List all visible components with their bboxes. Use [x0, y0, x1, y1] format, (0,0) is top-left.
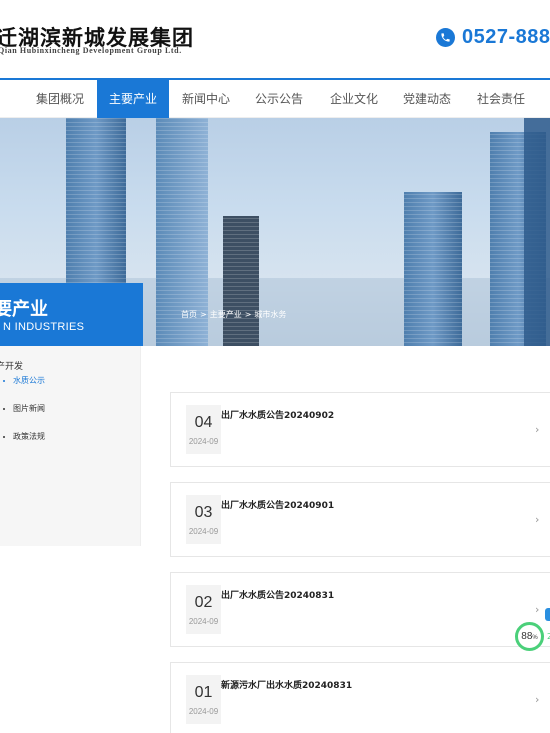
date-year-month: 2024-09	[188, 617, 219, 626]
item-title[interactable]: 出厂水水质公告20240831	[221, 588, 334, 601]
breadcrumb: 首页 > 主要产业 > 城市水务	[181, 309, 289, 320]
nav-item-culture[interactable]: 企业文化	[318, 80, 390, 118]
nav-item-group-overview[interactable]: 集团概况	[24, 80, 96, 118]
date-badge: 03 2024-09	[186, 495, 221, 544]
main-nav: 集团概况 主要产业 新闻中心 公示公告 企业文化 党建动态 社会责任	[0, 80, 550, 118]
list-item[interactable]: 03 2024-09 出厂水水质公告20240901 ›	[170, 482, 550, 557]
item-title[interactable]: 出厂水水质公告20240901	[221, 498, 334, 511]
date-year-month: 2024-09	[188, 707, 219, 716]
section-subtitle: N INDUSTRIES	[3, 321, 85, 333]
performance-score-unit: %	[532, 635, 538, 641]
date-day: 04	[194, 414, 213, 431]
nav-item-social-responsibility[interactable]: 社会责任	[465, 80, 537, 118]
sidebar-item-label: 水质公示	[13, 376, 45, 385]
bullet-icon	[3, 408, 5, 410]
date-badge: 02 2024-09	[186, 585, 221, 634]
list-item[interactable]: 02 2024-09 出厂水水质公告20240831 ›	[170, 572, 550, 647]
sidebar-item-policies[interactable]: 政策法规	[0, 430, 141, 444]
date-badge: 01 2024-09	[186, 675, 221, 724]
breadcrumb-separator: >	[244, 310, 252, 319]
date-day: 02	[194, 594, 213, 611]
nav-item-party-building[interactable]: 党建动态	[391, 80, 463, 118]
list-item[interactable]: 01 2024-09 新源污水厂出水水质20240831 ›	[170, 662, 550, 733]
date-year-month: 2024-09	[188, 437, 219, 446]
sidebar-heading: 产开发	[0, 362, 24, 372]
sidebar-item-photo-news[interactable]: 图片新闻	[0, 402, 141, 416]
nav-item-news-center[interactable]: 新闻中心	[170, 80, 242, 118]
chevron-right-icon: ›	[535, 513, 540, 526]
list-item[interactable]: 04 2024-09 出厂水水质公告20240902 ›	[170, 392, 550, 467]
sidebar-item-water-quality[interactable]: 水质公示	[0, 374, 141, 388]
logo-subtitle: Qian Hubinxincheng Development Group Ltd…	[0, 46, 182, 55]
chevron-right-icon: ›	[535, 603, 540, 616]
sidebar-item-label: 政策法规	[13, 432, 45, 441]
date-day: 01	[194, 684, 213, 701]
item-title[interactable]: 出厂水水质公告20240902	[221, 408, 334, 421]
breadcrumb-current: 城市水务	[254, 310, 287, 319]
nav-item-public-notice[interactable]: 公示公告	[243, 80, 315, 118]
bullet-icon	[3, 380, 5, 382]
sidebar: 产开发 水质公示 图片新闻 政策法规	[0, 346, 141, 546]
sidebar-item-label: 图片新闻	[13, 404, 45, 413]
phone-number: 0527-888	[462, 26, 550, 48]
section-title: 要产业	[0, 299, 48, 320]
page: 迁湖滨新城发展集团 Qian Hubinxincheng Development…	[0, 0, 550, 733]
floating-side-tab[interactable]	[545, 608, 550, 621]
bullet-icon	[3, 436, 5, 438]
breadcrumb-main-industries[interactable]: 主要产业	[210, 310, 242, 319]
item-title[interactable]: 新源污水厂出水水质20240831	[221, 678, 352, 691]
page-banner: 要产业 N INDUSTRIES 首页 > 主要产业 > 城市水务	[0, 118, 550, 346]
nav-item-main-industries[interactable]: 主要产业	[97, 80, 169, 118]
performance-score: 88%	[521, 631, 537, 642]
performance-ring[interactable]: 88%	[515, 622, 544, 651]
date-year-month: 2024-09	[188, 527, 219, 536]
performance-score-value: 88	[521, 631, 533, 642]
hotline: 0527-888	[436, 26, 550, 49]
site-header: 迁湖滨新城发展集团 Qian Hubinxincheng Development…	[0, 0, 550, 78]
breadcrumb-separator: >	[200, 310, 207, 319]
chevron-right-icon: ›	[535, 423, 540, 436]
chevron-right-icon: ›	[535, 693, 540, 706]
phone-icon	[436, 28, 455, 47]
section-title-box: 要产业 N INDUSTRIES	[0, 283, 143, 346]
breadcrumb-home[interactable]: 首页	[181, 310, 197, 319]
date-badge: 04 2024-09	[186, 405, 221, 454]
date-day: 03	[194, 504, 213, 521]
